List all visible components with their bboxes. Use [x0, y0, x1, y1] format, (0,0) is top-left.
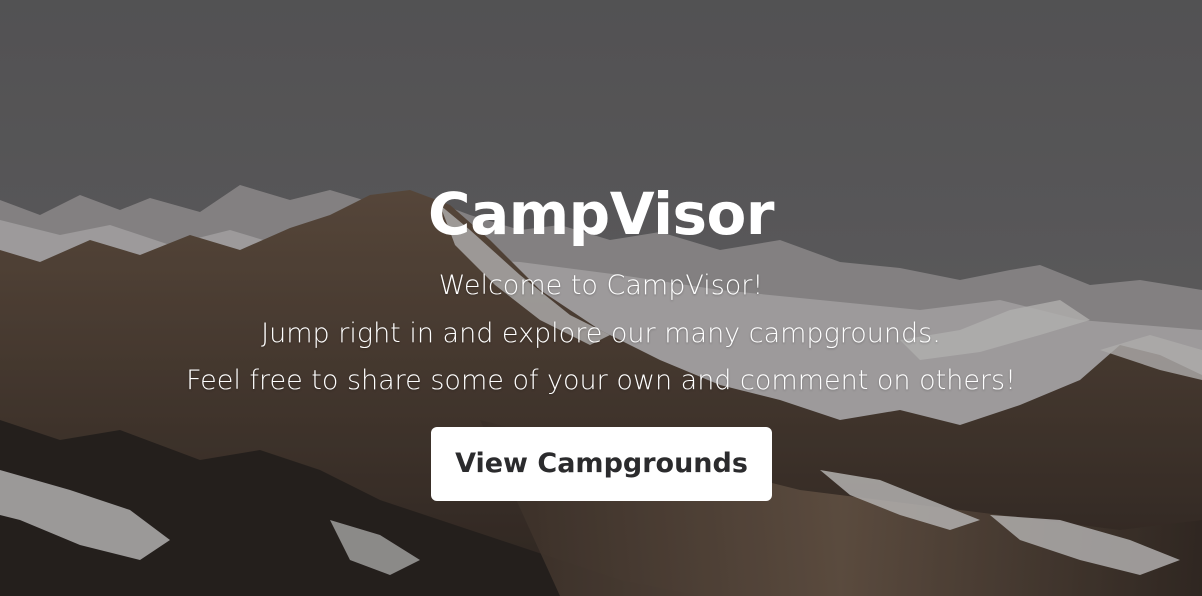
share-line: Feel free to share some of your own and … — [186, 365, 1016, 396]
explore-line: Jump right in and explore our many campg… — [261, 318, 941, 349]
welcome-line: Welcome to CampVisor! — [438, 270, 764, 301]
hero-section: CampVisor Welcome to CampVisor! Jump rig… — [0, 0, 1202, 596]
site-title: CampVisor — [428, 180, 774, 248]
view-campgrounds-button[interactable]: View Campgrounds — [431, 427, 772, 501]
